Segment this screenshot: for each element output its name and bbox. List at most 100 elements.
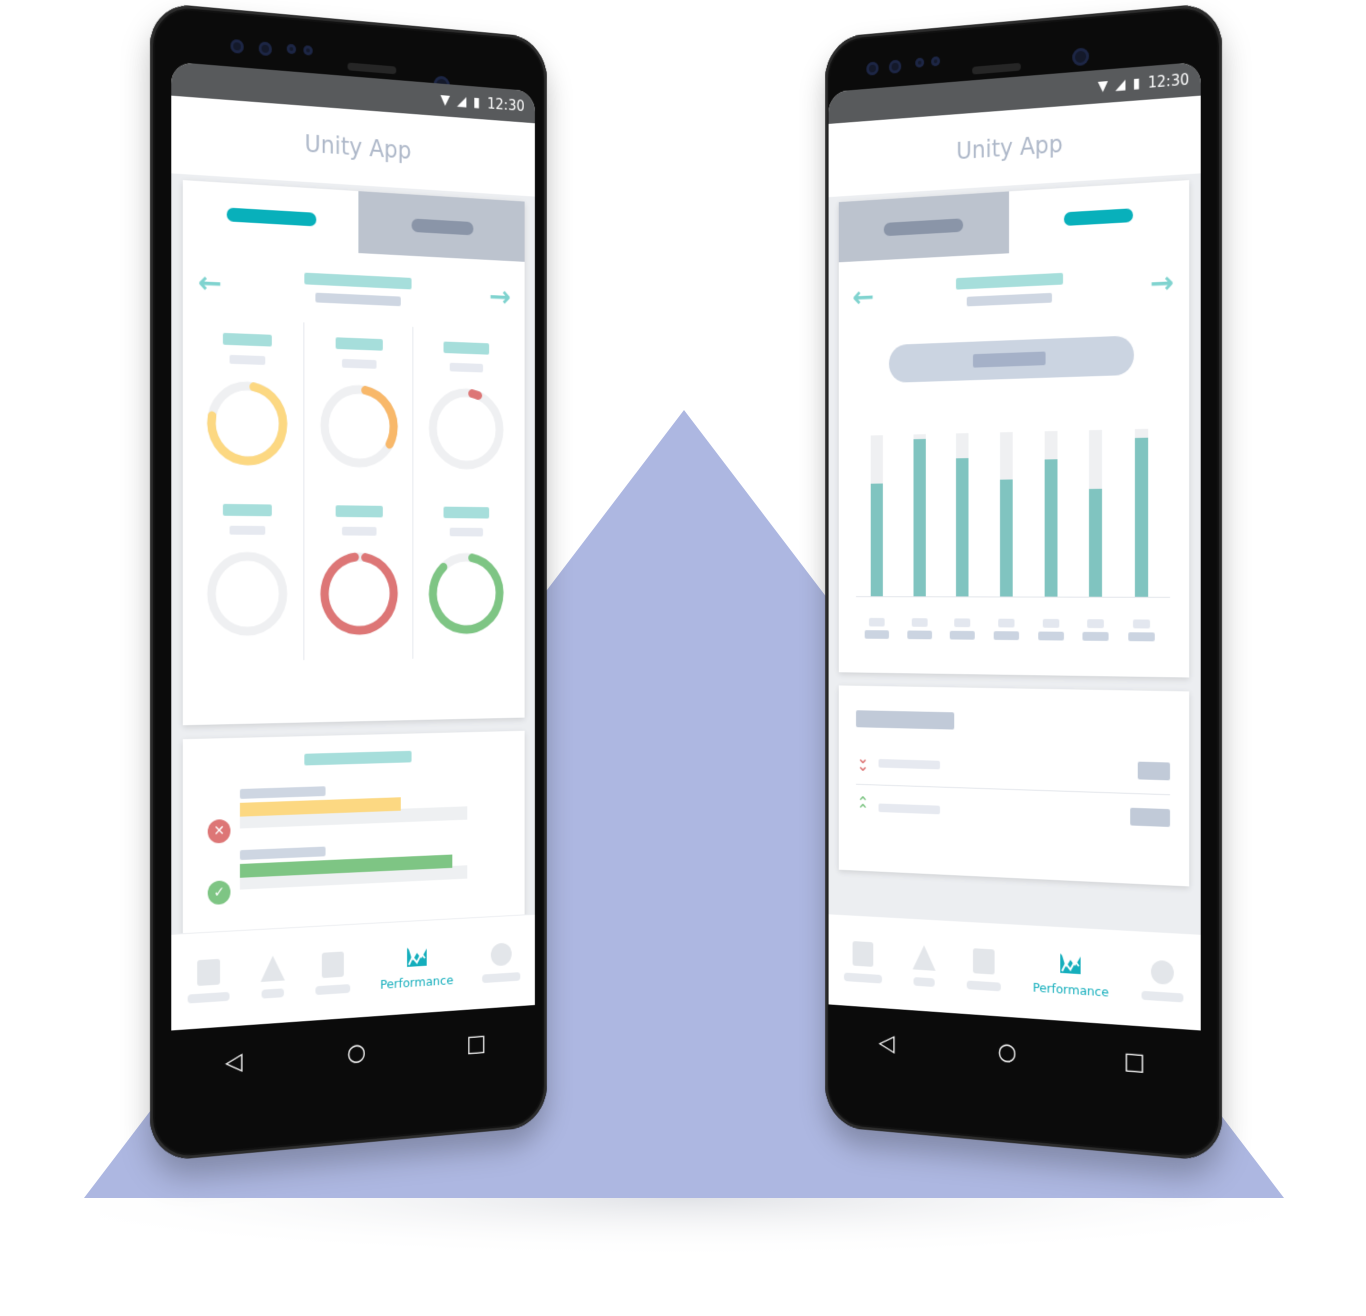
recents-button[interactable]: □ [1124, 1047, 1145, 1076]
range-selector-label-placeholder [972, 351, 1046, 368]
profile-icon [1151, 959, 1175, 985]
arrow-right-icon[interactable]: → [1150, 265, 1174, 301]
square-icon [972, 947, 995, 975]
bar-track [870, 435, 884, 597]
gauge-title-placeholder [335, 505, 383, 518]
ring-gauge [202, 544, 292, 643]
x-tick-label-line1 [911, 618, 928, 627]
earpiece-speaker [972, 62, 1021, 75]
nav-label-placeholder [261, 987, 284, 999]
gauge-arc [206, 379, 289, 467]
range-selector[interactable] [888, 335, 1134, 383]
trend-label-placeholder [878, 803, 940, 814]
tab-2[interactable] [1009, 180, 1190, 254]
x-tick-label-line2 [907, 630, 932, 640]
gauge-cell[interactable] [190, 490, 303, 662]
bar[interactable] [956, 457, 969, 597]
gauge-cell[interactable] [412, 326, 518, 495]
front-sensor [258, 41, 272, 57]
metric-row: ✓ [207, 839, 504, 906]
front-sensor [230, 38, 244, 54]
home-button[interactable]: ○ [347, 1038, 366, 1067]
metric-track [239, 797, 468, 829]
home-button[interactable]: ○ [998, 1037, 1017, 1066]
ring-gauge [424, 380, 508, 477]
gauge-arc [319, 383, 399, 470]
bar[interactable] [1134, 437, 1148, 597]
x-tick-label-line2 [950, 630, 976, 640]
trend-row: ⌃ ⌃ [856, 783, 1171, 841]
nav-item-performance[interactable]: Performance [1033, 949, 1109, 1000]
nav-label-placeholder [315, 983, 351, 995]
x-circle-icon: ✕ [207, 818, 231, 844]
bar[interactable] [999, 479, 1013, 597]
front-sensor [866, 61, 879, 76]
gauge-cell[interactable] [412, 492, 518, 659]
gauge-cell[interactable] [303, 322, 413, 493]
tab-label-placeholder [226, 207, 317, 227]
nav-item-performance[interactable]: Performance [380, 943, 453, 992]
x-tick-label-line1 [1087, 619, 1105, 629]
gauge-cell[interactable] [190, 318, 303, 492]
x-tick-label-line1 [869, 617, 885, 627]
arrow-left-icon[interactable]: ← [853, 280, 875, 314]
x-tick-label-line2 [864, 630, 890, 639]
period-subtitle-placeholder [966, 292, 1052, 307]
bar[interactable] [1089, 488, 1103, 597]
x-tick-label [993, 618, 1020, 641]
performance-chart-icon [1058, 952, 1082, 976]
bar-track [1134, 428, 1148, 597]
nav-item-3[interactable] [315, 951, 351, 995]
gauge-track [212, 556, 284, 631]
front-sensor [931, 56, 940, 67]
gauge-title-placeholder [443, 341, 489, 355]
content-area[interactable]: ← → ⌄ ⌄ ⌃ ⌃ [828, 173, 1201, 935]
gauge-title-placeholder [222, 503, 272, 517]
bar[interactable] [1044, 459, 1058, 597]
x-tick-label-line2 [993, 631, 1020, 641]
nav-item-2[interactable] [912, 944, 936, 987]
gauge-cell[interactable] [303, 491, 413, 661]
content-area[interactable]: ← → ✕ ✓ [171, 173, 535, 978]
recents-button[interactable]: □ [466, 1029, 486, 1057]
nav-item-2[interactable] [260, 954, 285, 999]
screen: ▼ ◢ ▮ 12:30 Unity App ← → [828, 61, 1201, 1031]
gauge-track [432, 392, 499, 466]
arrow-left-icon[interactable]: ← [198, 265, 222, 301]
x-tick-label [907, 618, 932, 640]
arrow-right-icon[interactable]: → [489, 279, 511, 313]
tab-label-placeholder [411, 218, 474, 236]
gauge-arc [427, 386, 504, 471]
ring-gauge [202, 373, 292, 474]
signal-icon: ◢ [456, 93, 467, 110]
period-title-placeholder [304, 272, 412, 290]
screen: ▼ ◢ ▮ 12:30 Unity App ← → [171, 61, 535, 1031]
tab-1[interactable] [838, 191, 1010, 263]
check-circle-icon: ✓ [207, 880, 231, 906]
status-time: 12:30 [1147, 70, 1190, 92]
tab-2[interactable] [358, 191, 525, 262]
nav-item-1[interactable] [843, 940, 882, 984]
nav-label-placeholder [187, 991, 230, 1004]
x-tick-label-line1 [1132, 619, 1150, 629]
metric-track [239, 854, 468, 890]
signal-icon: ◢ [1115, 76, 1126, 94]
gauge-title-placeholder [443, 506, 489, 519]
back-button[interactable]: ◁ [879, 1029, 895, 1057]
back-button[interactable]: ◁ [225, 1047, 242, 1076]
tab-1[interactable] [182, 180, 359, 254]
bar[interactable] [913, 439, 926, 597]
nav-label-placeholder [482, 971, 521, 983]
nav-item-3[interactable] [966, 947, 1001, 991]
bar[interactable] [870, 483, 884, 597]
nav-item-1[interactable] [187, 958, 230, 1004]
nav-item-5[interactable] [1141, 959, 1184, 1002]
bar-chart [856, 413, 1171, 642]
bar-track [999, 432, 1013, 597]
status-time: 12:30 [487, 95, 525, 115]
front-sensor [286, 43, 297, 55]
nav-item-5[interactable] [482, 941, 521, 983]
phone-right: ▼ ◢ ▮ 12:30 Unity App ← → ⌄ ⌄ ⌃ ⌃ Perfor… [825, 2, 1222, 1162]
period-title-placeholder [955, 272, 1064, 290]
bar-track [913, 434, 926, 597]
